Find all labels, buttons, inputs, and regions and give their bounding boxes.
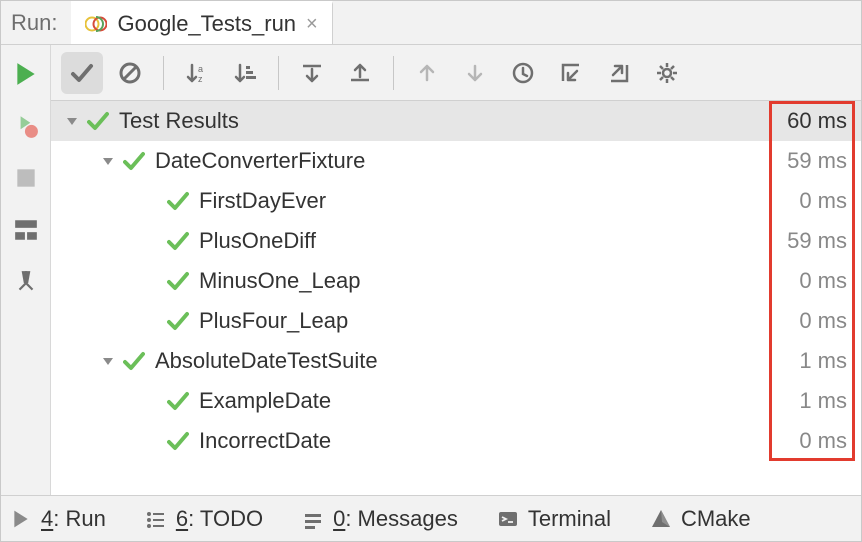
- tree-test-row[interactable]: PlusOneDiff 59 ms: [51, 221, 861, 261]
- tree-node-duration: 0 ms: [767, 428, 847, 454]
- separator-icon: [393, 56, 394, 90]
- test-tree[interactable]: Test Results 60 ms DateConverterFixture …: [51, 101, 861, 495]
- pass-icon: [87, 110, 109, 132]
- rerun-button[interactable]: [13, 61, 39, 87]
- run-panel-label: Run:: [1, 1, 71, 44]
- chevron-down-icon[interactable]: [101, 354, 115, 368]
- run-gutter: [1, 45, 51, 495]
- toolwin-label: CMake: [681, 506, 751, 532]
- tree-node-duration: 0 ms: [767, 308, 847, 334]
- pass-icon: [167, 270, 189, 292]
- sort-duration-button[interactable]: [224, 52, 266, 94]
- next-failed-button[interactable]: [454, 52, 496, 94]
- chevron-down-icon[interactable]: [101, 154, 115, 168]
- tree-node-duration: 60 ms: [767, 108, 847, 134]
- tree-root-row[interactable]: Test Results 60 ms: [51, 101, 861, 141]
- settings-button[interactable]: [646, 52, 688, 94]
- pass-icon: [123, 150, 145, 172]
- tree-test-row[interactable]: ExampleDate 1 ms: [51, 381, 861, 421]
- run-config-tab[interactable]: Google_Tests_run ×: [71, 1, 332, 44]
- tree-node-label: PlusFour_Leap: [199, 308, 767, 334]
- tree-test-row[interactable]: PlusFour_Leap 0 ms: [51, 301, 861, 341]
- import-results-button[interactable]: [550, 52, 592, 94]
- pass-icon: [167, 310, 189, 332]
- tree-node-duration: 0 ms: [767, 268, 847, 294]
- toolwin-label: 4: Run: [41, 506, 106, 532]
- tab-title: Google_Tests_run: [117, 11, 296, 37]
- tree-test-row[interactable]: MinusOne_Leap 0 ms: [51, 261, 861, 301]
- export-results-button[interactable]: [598, 52, 640, 94]
- expand-all-button[interactable]: [291, 52, 333, 94]
- terminal-icon: [498, 509, 518, 529]
- test-toolbar: [51, 45, 861, 101]
- tree-node-label: ExampleDate: [199, 388, 767, 414]
- tree-node-label: FirstDayEver: [199, 188, 767, 214]
- tree-test-row[interactable]: FirstDayEver 0 ms: [51, 181, 861, 221]
- tree-node-duration: 0 ms: [767, 188, 847, 214]
- chevron-down-icon[interactable]: [65, 114, 79, 128]
- tree-node-label: PlusOneDiff: [199, 228, 767, 254]
- sort-alpha-button[interactable]: [176, 52, 218, 94]
- close-icon[interactable]: ×: [306, 13, 318, 36]
- toolwin-label: 6: TODO: [176, 506, 263, 532]
- pass-icon: [123, 350, 145, 372]
- collapse-all-button[interactable]: [339, 52, 381, 94]
- prev-failed-button[interactable]: [406, 52, 448, 94]
- test-history-button[interactable]: [502, 52, 544, 94]
- tree-suite-row[interactable]: DateConverterFixture 59 ms: [51, 141, 861, 181]
- tree-node-duration: 59 ms: [767, 228, 847, 254]
- toolwin-messages[interactable]: 0: Messages: [303, 506, 458, 532]
- toolwin-label: Terminal: [528, 506, 611, 532]
- list-icon: [146, 509, 166, 529]
- tree-node-label: Test Results: [119, 108, 767, 134]
- tree-node-duration: 59 ms: [767, 148, 847, 174]
- cmake-icon: [651, 509, 671, 529]
- toolwin-label: 0: Messages: [333, 506, 458, 532]
- stop-button[interactable]: [13, 165, 39, 191]
- gtest-icon: [85, 13, 107, 35]
- tree-node-label: DateConverterFixture: [155, 148, 767, 174]
- toolwin-run[interactable]: 4: Run: [11, 506, 106, 532]
- toolwin-terminal[interactable]: Terminal: [498, 506, 611, 532]
- tree-node-label: IncorrectDate: [199, 428, 767, 454]
- separator-icon: [163, 56, 164, 90]
- layout-button[interactable]: [13, 217, 39, 243]
- titlebar: Run: Google_Tests_run ×: [1, 1, 861, 45]
- pass-icon: [167, 190, 189, 212]
- toolwin-todo[interactable]: 6: TODO: [146, 506, 263, 532]
- tree-node-duration: 1 ms: [767, 388, 847, 414]
- show-ignored-button[interactable]: [109, 52, 151, 94]
- play-icon: [11, 509, 31, 529]
- pin-button[interactable]: [13, 269, 39, 295]
- tree-test-row[interactable]: IncorrectDate 0 ms: [51, 421, 861, 461]
- tree-node-label: MinusOne_Leap: [199, 268, 767, 294]
- pass-icon: [167, 230, 189, 252]
- pass-icon: [167, 390, 189, 412]
- messages-icon: [303, 509, 323, 529]
- tree-node-duration: 1 ms: [767, 348, 847, 374]
- rerun-failed-button[interactable]: [13, 113, 39, 139]
- tool-windows-bar: 4: Run 6: TODO 0: Messages Terminal CMak…: [1, 495, 861, 541]
- pass-icon: [167, 430, 189, 452]
- tree-node-label: AbsoluteDateTestSuite: [155, 348, 767, 374]
- tree-suite-row[interactable]: AbsoluteDateTestSuite 1 ms: [51, 341, 861, 381]
- separator-icon: [278, 56, 279, 90]
- show-passed-button[interactable]: [61, 52, 103, 94]
- toolwin-cmake[interactable]: CMake: [651, 506, 751, 532]
